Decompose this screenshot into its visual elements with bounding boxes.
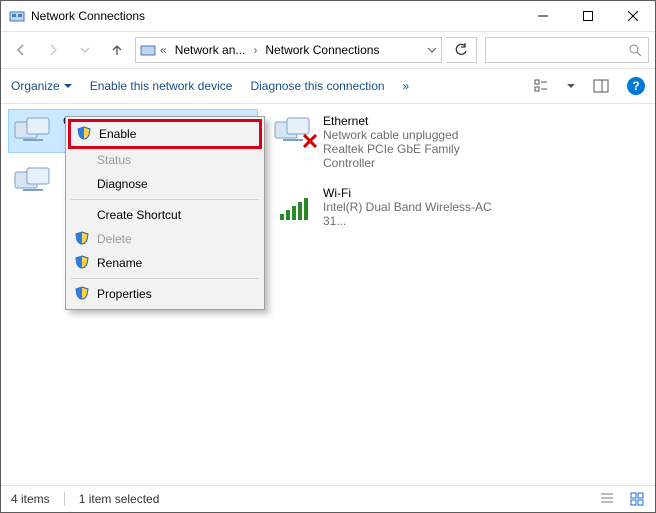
menu-label: Rename [97, 256, 142, 270]
menu-separator [71, 199, 259, 200]
connection-name: Wi-Fi [323, 186, 513, 200]
shield-icon [77, 126, 91, 140]
menu-separator [71, 278, 259, 279]
organize-label: Organize [11, 79, 60, 93]
connection-item[interactable]: Ethernet Network cable unplugged Realtek… [269, 110, 517, 174]
shield-icon [75, 231, 89, 245]
chevron-down-icon[interactable] [427, 45, 437, 55]
chevron-down-icon[interactable] [567, 82, 575, 90]
maximize-button[interactable] [565, 2, 610, 31]
minimize-button[interactable] [520, 2, 565, 31]
help-button[interactable]: ? [627, 77, 645, 95]
forward-button[interactable] [39, 36, 67, 64]
menu-label: Properties [97, 287, 152, 301]
connection-device: Intel(R) Dual Band Wireless-AC 31... [323, 200, 513, 228]
enable-device-button[interactable]: Enable this network device [90, 79, 233, 93]
unplugged-icon [303, 134, 317, 148]
shield-icon [75, 255, 89, 269]
preview-pane-button[interactable] [593, 78, 609, 94]
search-input[interactable] [485, 37, 649, 63]
context-menu: Enable Status Diagnose Create Shortcut D… [65, 116, 265, 310]
tiles-view-button[interactable] [629, 491, 645, 507]
enable-label: Enable this network device [90, 79, 233, 93]
toolbar: Organize Enable this network device Diag… [1, 68, 655, 104]
diagnose-button[interactable]: Diagnose this connection [250, 79, 384, 93]
close-button[interactable] [610, 2, 655, 31]
statusbar-separator [64, 492, 65, 506]
navbar: « Network an... › Network Connections [1, 32, 655, 68]
menu-label: Status [97, 153, 131, 167]
menu-item-delete: Delete [69, 227, 261, 251]
menu-label: Delete [97, 232, 132, 246]
connection-item[interactable]: Wi-Fi Intel(R) Dual Band Wireless-AC 31.… [269, 182, 517, 232]
menu-item-status: Status [69, 148, 261, 172]
address-bar[interactable]: « Network an... › Network Connections [135, 37, 442, 63]
breadcrumb-2[interactable]: Network Connections [261, 41, 383, 59]
menu-item-create-shortcut[interactable]: Create Shortcut [69, 203, 261, 227]
up-button[interactable] [103, 36, 131, 64]
menu-label: Create Shortcut [97, 208, 181, 222]
refresh-button[interactable] [446, 37, 477, 63]
content-area: Cisco AnyConnect Secure Mobility Ethe [1, 104, 655, 485]
menu-item-diagnose[interactable]: Diagnose [69, 172, 261, 196]
connection-device: Realtek PCIe GbE Family Controller [323, 142, 513, 170]
details-view-button[interactable] [599, 491, 615, 507]
menu-item-properties[interactable]: Properties [69, 282, 261, 306]
breadcrumb-sep: « [160, 43, 167, 57]
connections-col-2: Ethernet Network cable unplugged Realtek… [269, 110, 517, 232]
search-icon [628, 43, 642, 57]
selection-count: 1 item selected [79, 492, 160, 506]
menu-label: Enable [99, 127, 136, 141]
back-button[interactable] [7, 36, 35, 64]
chevron-right-icon: › [253, 43, 257, 57]
diagnose-label: Diagnose this connection [250, 79, 384, 93]
titlebar: Network Connections [1, 1, 655, 32]
wifi-signal-icon [273, 186, 315, 222]
network-icon [140, 42, 156, 58]
menu-item-enable[interactable]: Enable [68, 119, 262, 149]
item-count: 4 items [11, 492, 50, 506]
recent-dropdown[interactable] [71, 36, 99, 64]
adapter-icon [13, 164, 55, 198]
window-frame: Network Connections « Network an... › Ne… [0, 0, 656, 513]
more-label: » [403, 79, 410, 93]
shield-icon [75, 286, 89, 300]
breadcrumb-1[interactable]: Network an... [171, 41, 250, 59]
menu-label: Diagnose [97, 177, 148, 191]
connection-name: Ethernet [323, 114, 513, 128]
statusbar: 4 items 1 item selected [1, 485, 655, 512]
organize-menu[interactable]: Organize [11, 79, 72, 93]
adapter-icon [13, 114, 55, 148]
connection-status: Network cable unplugged [323, 128, 513, 142]
menu-item-rename[interactable]: Rename [69, 251, 261, 275]
window-title: Network Connections [31, 9, 520, 23]
more-button[interactable]: » [403, 79, 410, 93]
view-mode-button[interactable] [533, 78, 549, 94]
app-icon [9, 8, 25, 24]
